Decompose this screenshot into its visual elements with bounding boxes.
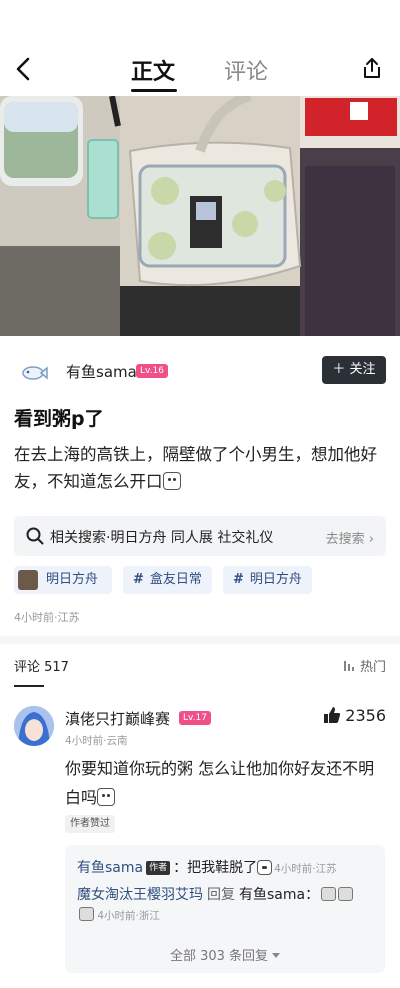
- emoji-icon: [257, 860, 273, 875]
- post-body: 在去上海的高铁上，隔壁做了个小男生，想加他好友，不知道怎么开口: [14, 441, 386, 495]
- author-avatar[interactable]: [20, 358, 48, 386]
- reply-2-meta: 4小时前·浙江: [97, 910, 160, 922]
- sort-toggle[interactable]: 热门: [342, 656, 386, 675]
- comments-underline: [14, 685, 44, 687]
- anime-avatar: [14, 706, 54, 746]
- author-row: 有鱼sama Lv.16 ＋ 关注: [0, 352, 400, 392]
- follow-button[interactable]: ＋ 关注: [322, 356, 386, 384]
- topic-tag-label: 明日方舟: [46, 572, 99, 587]
- reply-2-meta-row: 4小时前·浙江: [77, 907, 160, 923]
- author-level-badge: Lv.16: [136, 364, 168, 378]
- hashtag-2[interactable]: # 明日方舟: [223, 566, 312, 594]
- reply-2[interactable]: 魔女淘汰王樱羽艾玛 回复 有鱼sama：: [77, 884, 354, 904]
- like-button[interactable]: 2356: [323, 706, 386, 725]
- thumbs-up-icon: [324, 707, 341, 723]
- reply-2-target: 有鱼sama：: [239, 887, 320, 903]
- laugh-emoji-icon: [97, 788, 116, 806]
- sticker-icon: [321, 887, 337, 901]
- reply-word: 回复: [207, 887, 235, 903]
- related-search-text: 相关搜索·明日方舟 同人展 社交礼仪: [50, 530, 274, 546]
- post-body-text: 在去上海的高铁上，隔壁做了个小男生，想加他好友，不知道怎么开口: [14, 445, 377, 491]
- tab-post[interactable]: 正文: [131, 54, 175, 86]
- reply-1-text: ：把我鞋脱了: [173, 860, 258, 876]
- commenter-level-badge: Lv.17: [179, 711, 211, 725]
- sort-icon: [344, 661, 354, 671]
- author-tag: 作者: [146, 861, 171, 875]
- hash-icon: #: [233, 572, 244, 587]
- hashtag-1[interactable]: # 盒友日常: [123, 566, 212, 594]
- section-divider: [0, 636, 400, 644]
- related-search-bar[interactable]: 相关搜索·明日方舟 同人展 社交礼仪 去搜索 ›: [14, 516, 386, 556]
- all-replies-link[interactable]: 全部 303 条回复: [65, 945, 385, 964]
- back-arrow-icon[interactable]: [14, 56, 34, 82]
- topic-thumbnail: [18, 570, 38, 590]
- comment-body: 你要知道你玩的粥 怎么让他加你好友还不明白吗: [65, 754, 385, 812]
- chevron-down-icon: [272, 953, 281, 958]
- top-nav: 正文 评论: [0, 0, 400, 96]
- post-photo[interactable]: [0, 96, 400, 336]
- reply-1-author[interactable]: 有鱼sama: [77, 860, 143, 876]
- hashtag-2-label: 明日方舟: [249, 572, 302, 587]
- author-liked-badge: 作者赞过: [65, 815, 115, 833]
- sticker-icon: [338, 887, 354, 901]
- hash-icon: #: [133, 572, 144, 587]
- train-bag-illustration: [0, 96, 400, 336]
- comment-meta: 4小时前·云南: [65, 735, 128, 747]
- like-count: 2356: [345, 706, 386, 725]
- go-search-link[interactable]: 去搜索 ›: [326, 528, 374, 547]
- tab-comments[interactable]: 评论: [224, 54, 268, 86]
- sort-label: 热门: [359, 660, 386, 675]
- share-icon[interactable]: [360, 56, 384, 80]
- reply-2-author[interactable]: 魔女淘汰王樱羽艾玛: [77, 887, 203, 903]
- reply-1-meta: 4小时前·江苏: [274, 863, 337, 875]
- reply-1[interactable]: 有鱼sama 作者 ：把我鞋脱了 4小时前·江苏: [77, 857, 337, 877]
- post-title: 看到粥p了: [14, 408, 104, 430]
- author-name[interactable]: 有鱼sama: [66, 361, 137, 382]
- hashtag-1-label: 盒友日常: [149, 572, 202, 587]
- all-replies-label: 全部 303 条回复: [169, 949, 269, 964]
- commenter-name[interactable]: 滇佬只打巅峰赛: [65, 708, 170, 729]
- sticker-icon: [79, 907, 94, 921]
- topic-tag[interactable]: 明日方舟: [14, 566, 112, 594]
- commenter-avatar[interactable]: [14, 706, 54, 746]
- replies-box: 有鱼sama 作者 ：把我鞋脱了 4小时前·江苏 魔女淘汰王樱羽艾玛 回复 有鱼sama：…: [65, 845, 385, 973]
- comments-count[interactable]: 评论 517: [14, 656, 69, 675]
- search-icon: [26, 527, 44, 545]
- active-tab-indicator: [131, 89, 177, 92]
- post-meta: 4小时前·江苏: [14, 611, 80, 624]
- smile-emoji-icon: [162, 472, 181, 490]
